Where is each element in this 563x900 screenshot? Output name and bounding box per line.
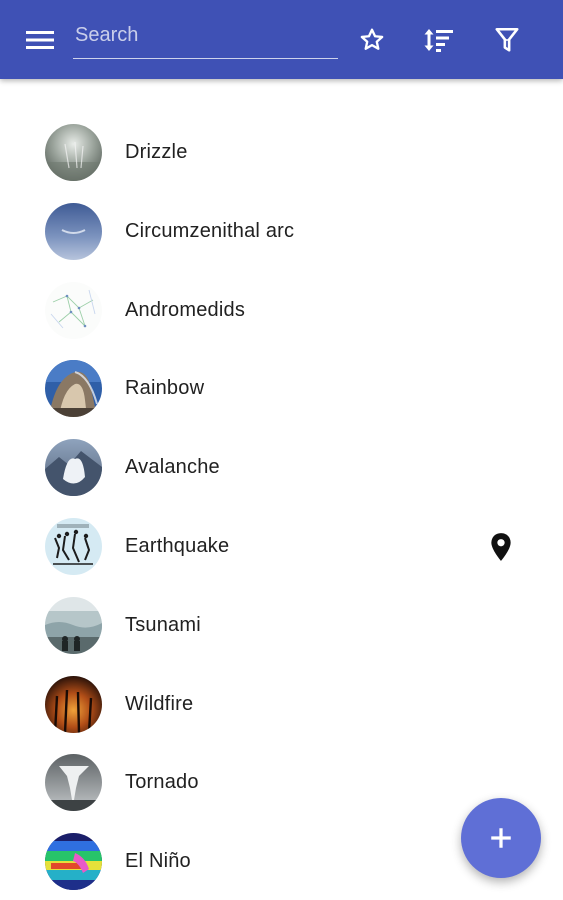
item-label: Tsunami: [125, 613, 201, 636]
list-item[interactable]: Tsunami: [0, 586, 563, 665]
phenomena-list: Drizzle Circumzenithal arc Andromedids R…: [0, 113, 563, 900]
menu-button[interactable]: [22, 22, 58, 58]
list-item[interactable]: Andromedids: [0, 271, 563, 350]
hamburger-menu-icon: [26, 31, 54, 49]
list-item[interactable]: Avalanche: [0, 428, 563, 507]
list-item[interactable]: Drizzle: [0, 113, 563, 192]
item-label: Andromedids: [125, 298, 246, 321]
plus-icon: [491, 828, 511, 848]
list-item[interactable]: Rainbow: [0, 349, 563, 428]
list-item[interactable]: Wildfire: [0, 665, 563, 744]
item-label: Avalanche: [125, 456, 220, 479]
tornado-thumbnail: [45, 754, 102, 812]
list-item[interactable]: Circumzenithal arc: [0, 192, 563, 271]
item-label: Drizzle: [125, 141, 188, 163]
search-input[interactable]: [73, 18, 338, 52]
star-outline-icon: [360, 28, 384, 50]
item-label: El Niño: [125, 850, 191, 873]
el-nino-thumbnail: [45, 833, 102, 891]
filter-icon: [495, 27, 519, 52]
earthquake-thumbnail: [45, 517, 102, 575]
item-label: Tornado: [125, 771, 199, 794]
sort-button[interactable]: [419, 20, 459, 60]
search-field: [73, 18, 338, 59]
item-label: Wildfire: [125, 692, 194, 715]
app-screen: Drizzle Circumzenithal arc: [0, 0, 563, 900]
drizzle-thumbnail: [45, 124, 102, 181]
item-label: Circumzenithal arc: [125, 219, 295, 242]
circumzenithal-arc-thumbnail: [45, 202, 102, 260]
andromedids-thumbnail: [45, 281, 102, 339]
filter-button[interactable]: [487, 20, 527, 60]
favorites-button[interactable]: [352, 20, 392, 60]
location-pin-icon: [491, 533, 511, 561]
sort-icon: [424, 29, 453, 52]
avalanche-thumbnail: [45, 439, 102, 497]
item-label: Earthquake: [125, 534, 230, 557]
wildfire-thumbnail: [45, 675, 102, 733]
add-button[interactable]: [461, 798, 541, 878]
location-pin-button[interactable]: [488, 532, 514, 562]
app-bar: [0, 0, 563, 79]
list-item[interactable]: Earthquake: [0, 507, 563, 586]
tsunami-thumbnail: [45, 596, 102, 654]
item-label: Rainbow: [125, 377, 205, 400]
rainbow-thumbnail: [45, 360, 102, 418]
